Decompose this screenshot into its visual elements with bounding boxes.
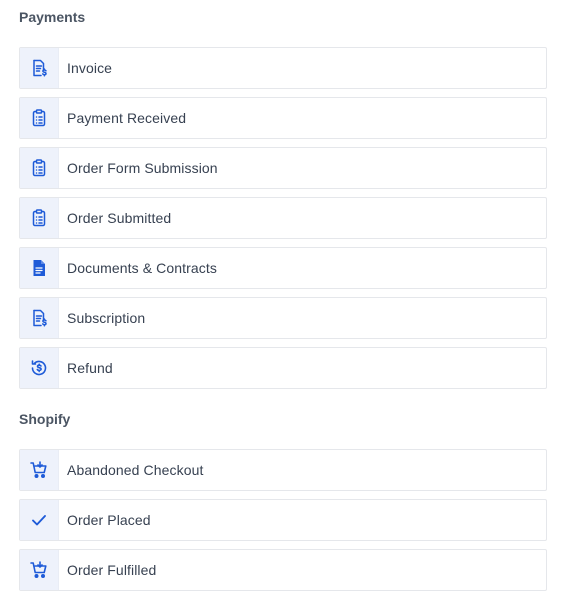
item-order-submitted[interactable]: Order Submitted <box>19 197 547 239</box>
item-label: Payment Received <box>67 110 187 126</box>
item-label: Documents & Contracts <box>67 260 217 276</box>
item-label: Abandoned Checkout <box>67 462 204 478</box>
item-abandoned-checkout[interactable]: Abandoned Checkout <box>19 449 547 491</box>
clipboard-list-icon <box>20 98 59 138</box>
clipboard-list-icon <box>20 198 59 238</box>
item-order-form-submission[interactable]: Order Form Submission <box>19 147 547 189</box>
item-label: Order Form Submission <box>67 160 218 176</box>
cart-icon <box>20 550 59 590</box>
item-order-placed[interactable]: Order Placed <box>19 499 547 541</box>
section-title-shopify: Shopify <box>19 411 71 427</box>
check-icon <box>20 500 59 540</box>
cart-icon <box>20 450 59 490</box>
invoice-icon <box>20 298 59 338</box>
item-payment-received[interactable]: Payment Received <box>19 97 547 139</box>
trigger-list: Payments Invoice Payment Received Order … <box>0 0 564 608</box>
item-subscription[interactable]: Subscription <box>19 297 547 339</box>
section-shopify: Shopify Abandoned Checkout Order Placed <box>19 410 547 591</box>
item-invoice[interactable]: Invoice <box>19 47 547 89</box>
item-label: Order Placed <box>67 512 151 528</box>
clipboard-list-icon <box>20 148 59 188</box>
item-documents-contracts[interactable]: Documents & Contracts <box>19 247 547 289</box>
item-refund[interactable]: Refund <box>19 347 547 389</box>
section-payments: Payments Invoice Payment Received Order … <box>19 0 547 389</box>
item-label: Order Fulfilled <box>67 562 157 578</box>
section-title-payments: Payments <box>19 9 86 25</box>
invoice-icon <box>20 48 59 88</box>
refund-icon <box>20 348 59 388</box>
item-label: Subscription <box>67 310 146 326</box>
item-label: Order Submitted <box>67 210 172 226</box>
item-label: Invoice <box>67 60 113 76</box>
document-icon <box>20 248 59 288</box>
item-label: Refund <box>67 360 113 376</box>
item-order-fulfilled[interactable]: Order Fulfilled <box>19 549 547 591</box>
